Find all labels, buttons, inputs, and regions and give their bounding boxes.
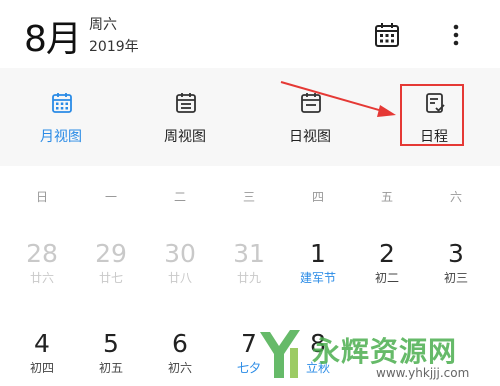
calendar-day-icon xyxy=(301,93,321,113)
calendar-day[interactable]: 6 初六 xyxy=(150,330,210,376)
day-number: 5 xyxy=(103,329,119,358)
weekday-header-wed: 三 xyxy=(242,190,255,204)
day-lunar: 廿九 xyxy=(236,271,261,285)
month-title[interactable]: 8月 xyxy=(24,10,82,62)
day-number: 28 xyxy=(26,239,58,268)
day-number: 30 xyxy=(164,239,196,268)
weekday-header-thu: 四 xyxy=(311,190,324,204)
day-number: 31 xyxy=(233,239,265,268)
day-lunar: 廿七 xyxy=(98,271,123,285)
weekday-header-mon: 一 xyxy=(104,190,117,204)
tab-month-label: 月视图 xyxy=(40,129,82,145)
day-lunar: 初三 xyxy=(443,271,468,285)
day-number: 29 xyxy=(95,239,127,268)
app-header: 8月 周六 2019年 xyxy=(0,0,500,68)
day-lunar: 初六 xyxy=(167,361,192,375)
watermark-text: 永辉资源网 xyxy=(312,335,458,368)
day-number: 1 xyxy=(310,239,326,268)
calendar-month-icon xyxy=(52,93,72,113)
weekday-header-sun: 日 xyxy=(35,190,48,204)
weekday-header-sat: 六 xyxy=(449,190,462,204)
tab-month-view[interactable]: 月视图 xyxy=(11,68,111,166)
weekday-label: 周六 xyxy=(89,17,117,33)
tab-week-view[interactable]: 周视图 xyxy=(135,68,235,166)
watermark: 永辉资源网 www.yhkjjj.com xyxy=(252,322,500,386)
calendar-day[interactable]: 3 初三 xyxy=(426,240,486,286)
calendar-day[interactable]: 4 初四 xyxy=(12,330,72,376)
weekday-header-row: 日 一 二 三 四 五 六 xyxy=(0,188,500,212)
calendar-day[interactable]: 2 初二 xyxy=(357,240,417,286)
weekday-header-fri: 五 xyxy=(380,190,393,204)
calendar-day[interactable]: 30 廿八 xyxy=(150,240,210,286)
calendar-day[interactable]: 28 廿六 xyxy=(12,240,72,286)
more-vertical-icon xyxy=(453,24,459,46)
calendar-day[interactable]: 29 廿七 xyxy=(81,240,141,286)
day-lunar: 初二 xyxy=(374,271,399,285)
tab-day-view[interactable]: 日视图 xyxy=(260,68,360,166)
day-lunar: 廿八 xyxy=(167,271,192,285)
watermark-url: www.yhkjjj.com xyxy=(376,366,470,380)
annotation-highlight-box xyxy=(400,84,464,146)
more-menu-button[interactable] xyxy=(444,20,468,50)
day-lunar: 廿六 xyxy=(29,271,54,285)
day-number: 2 xyxy=(379,239,395,268)
weekday-header-tue: 二 xyxy=(173,190,186,204)
watermark-logo-icon xyxy=(260,330,300,378)
calendar-day[interactable]: 1 建军节 xyxy=(288,240,348,286)
day-number: 6 xyxy=(172,329,188,358)
calendar-week-icon xyxy=(176,93,196,113)
year-label: 2019年 xyxy=(89,39,139,55)
today-calendar-button[interactable] xyxy=(372,20,402,50)
day-number: 3 xyxy=(448,239,464,268)
day-lunar: 初五 xyxy=(98,361,123,375)
day-festival: 建军节 xyxy=(299,271,336,285)
calendar-icon xyxy=(375,23,399,47)
day-lunar: 初四 xyxy=(29,361,54,375)
calendar-day[interactable]: 31 廿九 xyxy=(219,240,279,286)
calendar-day[interactable]: 5 初五 xyxy=(81,330,141,376)
tab-week-label: 周视图 xyxy=(164,129,206,145)
day-number: 4 xyxy=(34,329,50,358)
tab-day-label: 日视图 xyxy=(289,129,331,145)
